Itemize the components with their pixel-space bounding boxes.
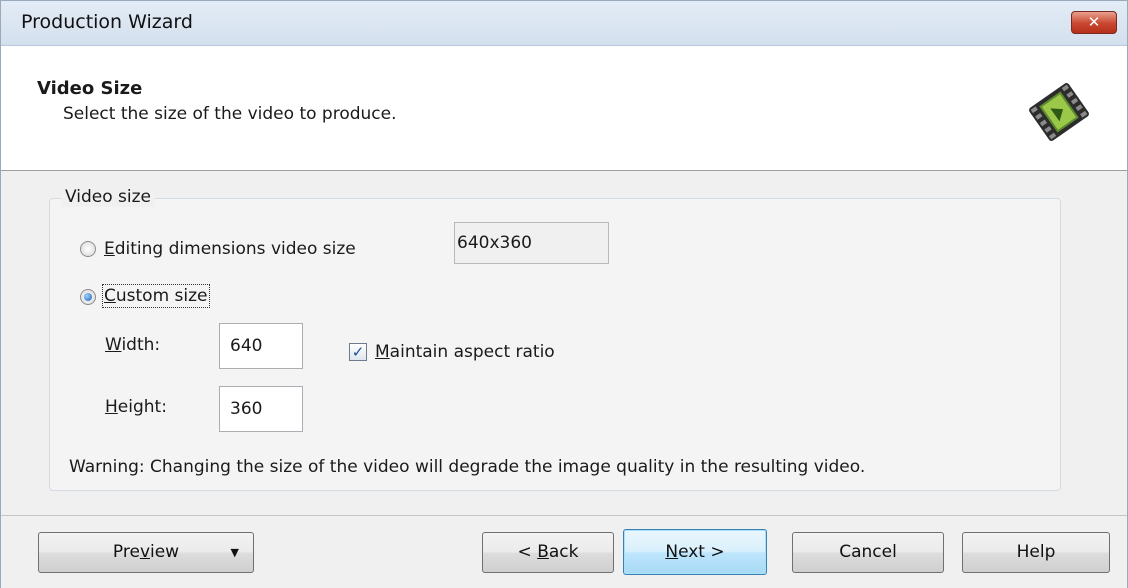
maintain-aspect-label-post: aintain aspect ratio xyxy=(389,342,555,362)
editing-dimensions-radio[interactable] xyxy=(80,241,96,257)
editing-dimensions-label-post: diting dimensions video size xyxy=(114,239,356,259)
height-label: Height: xyxy=(105,397,167,417)
next-mnemonic: N xyxy=(665,542,679,562)
help-button[interactable]: Help xyxy=(962,532,1110,573)
warning-text: Warning: Changing the size of the video … xyxy=(69,457,866,477)
checkmark-icon: ✓ xyxy=(351,343,365,361)
next-label-post: ext > xyxy=(678,542,725,562)
back-button[interactable]: < Back xyxy=(482,532,614,573)
back-label-post: ack xyxy=(548,542,579,562)
wizard-header: Video Size Select the size of the video … xyxy=(1,46,1127,171)
video-size-group-label: Video size xyxy=(61,187,155,207)
height-input[interactable]: 360 xyxy=(219,386,303,432)
custom-size-label-post: ustom size xyxy=(115,286,208,306)
window-title: Production Wizard xyxy=(21,11,193,33)
maintain-aspect-checkbox[interactable]: ✓ xyxy=(349,343,367,361)
width-label-post: idth: xyxy=(121,335,161,355)
title-bar[interactable]: Production Wizard ✕ xyxy=(1,1,1127,46)
height-mnemonic: H xyxy=(105,397,118,417)
custom-size-label[interactable]: Custom size xyxy=(102,284,210,308)
custom-size-radio[interactable] xyxy=(80,289,96,305)
editing-dimensions-value: 640x360 xyxy=(454,222,609,264)
back-label-pre: < xyxy=(517,542,538,562)
production-wizard-window: Production Wizard ✕ Video Size Select th… xyxy=(0,0,1128,588)
editing-dimensions-label[interactable]: Editing dimensions video size xyxy=(104,239,356,259)
close-icon: ✕ xyxy=(1087,13,1101,31)
height-label-post: eight: xyxy=(117,397,167,417)
width-mnemonic: W xyxy=(105,335,122,355)
preview-button[interactable]: Preview ▼ xyxy=(38,532,254,573)
chevron-down-icon: ▼ xyxy=(230,546,239,559)
close-button[interactable]: ✕ xyxy=(1071,11,1117,34)
maintain-aspect-label[interactable]: Maintain aspect ratio xyxy=(375,342,555,362)
back-mnemonic: B xyxy=(537,542,549,562)
page-title: Video Size xyxy=(37,78,143,99)
film-strip-icon xyxy=(1029,83,1089,141)
editing-dimensions-mnemonic: E xyxy=(104,239,115,259)
preview-label-post: iew xyxy=(150,542,180,562)
next-button[interactable]: Next > xyxy=(623,529,767,575)
maintain-aspect-mnemonic: M xyxy=(375,342,390,362)
cancel-button[interactable]: Cancel xyxy=(792,532,944,573)
width-label: Width: xyxy=(105,335,160,355)
preview-label-pre: Pre xyxy=(112,542,140,562)
custom-size-mnemonic: C xyxy=(104,286,116,306)
width-input[interactable]: 640 xyxy=(219,323,303,369)
preview-mnemonic: v xyxy=(139,542,150,562)
page-subtitle: Select the size of the video to produce. xyxy=(63,104,397,124)
